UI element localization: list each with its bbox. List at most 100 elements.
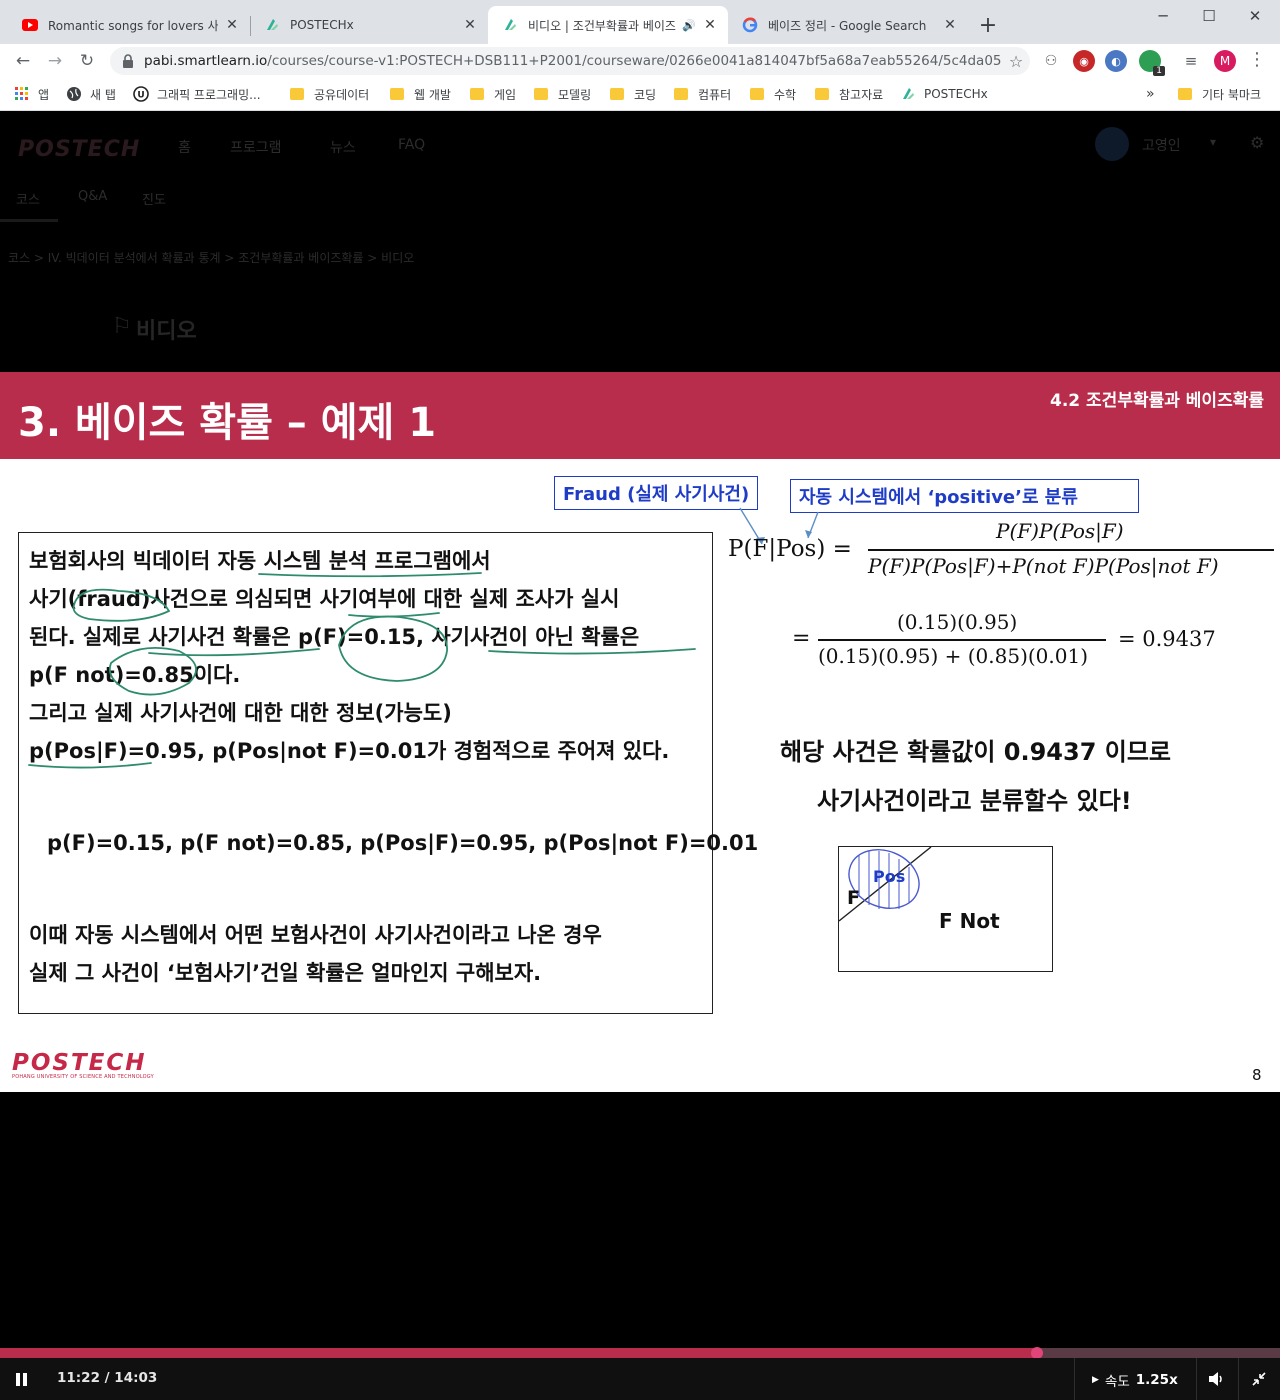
bookmark-other[interactable]: 기타 북마크 [1178, 84, 1261, 104]
bookmark-star-icon[interactable]: ☆ [1002, 52, 1030, 71]
bookmark-new-tab[interactable]: 새 탭 [66, 84, 116, 104]
folder-icon [750, 88, 764, 100]
address-bar[interactable]: pabi.smartlearn.io/courses/course-v1:POS… [110, 47, 1030, 75]
speed-label: 속도 [1104, 1374, 1130, 1390]
nav-home[interactable]: 홈 [178, 137, 191, 157]
avatar[interactable] [1095, 127, 1129, 161]
nav-faq[interactable]: FAQ [398, 137, 425, 153]
tab-title: POSTECHx [290, 18, 354, 32]
bookmark-icon[interactable]: ⚐ [112, 314, 132, 339]
caret-right-icon: ▶ [1092, 1375, 1099, 1385]
video-progress-bar[interactable] [0, 1347, 1280, 1359]
close-icon[interactable]: ✕ [224, 17, 240, 33]
page-title: 비디오 [136, 319, 197, 344]
formula-lhs: P(F|Pos) = [728, 536, 852, 562]
forward-icon[interactable]: → [42, 48, 68, 74]
bookmark-label: 공유데이터 [314, 87, 370, 102]
menu-kebab-icon[interactable]: ⋮ [1248, 49, 1266, 73]
lock-icon [122, 54, 136, 68]
chevron-down-icon[interactable]: ▾ [1210, 135, 1216, 149]
folder-icon [390, 88, 404, 100]
tab-video-active[interactable]: 비디오 | 조건부확률과 베이즈 🔊 ✕ [488, 6, 728, 44]
speed-button[interactable]: ▶ 속도 1.25x [1092, 1370, 1178, 1390]
bookmark-postechx[interactable]: POSTECHx [900, 84, 988, 104]
bookmark-folder[interactable]: 모델링 [534, 84, 591, 104]
bookmark-folder[interactable]: 컴퓨터 [674, 84, 731, 104]
formula-eq: = [792, 626, 811, 651]
nav-programs[interactable]: 프로그램 [230, 137, 282, 157]
speed-value: 1.25x [1135, 1372, 1178, 1388]
fraction-bar [868, 549, 1274, 551]
bookmarks-bar: 앱 새 탭 U 그래픽 프로그래밍... 공유데이터 웹 개발 게임 모델링 코… [0, 78, 1280, 111]
venn-pos-label: Pos [873, 867, 906, 886]
bookmark-label: 게임 [494, 87, 517, 102]
extension-shield-icon[interactable]: 1 [1139, 50, 1165, 76]
course-tab-course[interactable]: 코스 [16, 189, 40, 208]
venn-fnot-label: F Not [939, 909, 1000, 933]
close-icon[interactable]: ✕ [462, 17, 478, 33]
media-queue-icon[interactable]: ≡ [1180, 50, 1202, 72]
minimize-icon[interactable]: ─ [1140, 0, 1186, 32]
new-tab-button[interactable]: + [976, 13, 1000, 38]
logo-wordmark: POSTECH [12, 1050, 147, 1076]
bookmark-apps[interactable]: 앱 [14, 84, 49, 104]
unreal-icon: U [133, 86, 149, 102]
control-divider [1238, 1358, 1239, 1400]
profile-avatar[interactable]: M [1214, 50, 1236, 72]
window-close-icon[interactable]: ✕ [1232, 0, 1278, 32]
course-tab-qna[interactable]: Q&A [78, 189, 107, 204]
user-name[interactable]: 고영인 [1142, 135, 1181, 155]
apps-grid-icon [14, 86, 30, 102]
pause-icon[interactable] [10, 1367, 34, 1391]
bookmark-folder[interactable]: 게임 [470, 84, 516, 104]
time-display: 11:22 / 14:03 [57, 1370, 158, 1386]
folder-icon [1178, 88, 1192, 100]
site-logo[interactable]: POSTECH [18, 137, 140, 162]
folder-icon [674, 88, 688, 100]
bookmark-label: 모델링 [558, 87, 592, 102]
exit-fullscreen-icon[interactable] [1248, 1368, 1270, 1390]
url-host: pabi.smartlearn.io [144, 53, 268, 69]
svg-text:U: U [137, 91, 144, 101]
bookmark-folder[interactable]: 공유데이터 [290, 84, 369, 104]
course-tab-progress[interactable]: 진도 [142, 189, 166, 208]
speaker-icon[interactable]: 🔊 [682, 19, 696, 32]
tab-title: 베이즈 정리 - Google Search [768, 18, 927, 33]
close-icon[interactable]: ✕ [942, 17, 958, 33]
tab-postechx[interactable]: POSTECHx ✕ [250, 6, 488, 44]
bookmark-label: 수학 [774, 87, 797, 102]
bookmark-label: POSTECHx [924, 87, 988, 101]
bookmark-folder[interactable]: 참고자료 [815, 84, 883, 104]
extension-red-icon[interactable]: ◉ [1073, 50, 1095, 72]
nav-news[interactable]: 뉴스 [330, 137, 356, 157]
youtube-icon [22, 17, 38, 33]
bookmark-label: 기타 북마크 [1202, 87, 1262, 102]
conclusion-line: 사기사건이라고 분류할수 있다! [817, 787, 1132, 815]
tab-youtube[interactable]: Romantic songs for lovers 사랑하 ✕ [8, 6, 250, 44]
reload-icon[interactable]: ↻ [74, 48, 100, 74]
folder-icon [815, 88, 829, 100]
bookmark-graphics[interactable]: U 그래픽 프로그래밍... [133, 84, 261, 104]
browser-toolbar: ← → ↻ pabi.smartlearn.io/courses/course-… [0, 44, 1280, 78]
bookmark-folder[interactable]: 수학 [750, 84, 796, 104]
breadcrumb[interactable]: 코스 > IV. 빅데이터 분석에서 확률과 통계 > 조건부확률과 베이즈확률… [8, 249, 414, 266]
bookmark-folder[interactable]: 웹 개발 [390, 84, 451, 104]
gear-icon[interactable]: ⚙ [1250, 133, 1264, 152]
extension-icon[interactable]: ⚇ [1040, 50, 1062, 72]
video-frame[interactable]: 3. 베이즈 확률 – 예제 1 4.2 조건부확률과 베이즈확률 Fraud … [0, 372, 1280, 1092]
maximize-icon[interactable]: ☐ [1186, 0, 1232, 32]
volume-icon[interactable] [1206, 1368, 1228, 1390]
formula-denominator: P(F)P(Pos|F)+P(not F)P(Pos|not F) [868, 554, 1219, 578]
extension-blue-icon[interactable]: ◐ [1105, 50, 1127, 72]
bookmark-label: 새 탭 [90, 87, 116, 102]
close-icon[interactable]: ✕ [702, 17, 718, 33]
bookmark-label: 그래픽 프로그래밍... [157, 87, 261, 102]
bookmarks-overflow-icon[interactable]: » [1146, 84, 1155, 104]
bookmark-folder[interactable]: 코딩 [610, 84, 656, 104]
folder-icon [534, 88, 548, 100]
back-icon[interactable]: ← [10, 48, 36, 74]
tab-google[interactable]: 베이즈 정리 - Google Search ✕ [728, 6, 968, 44]
problem-box: 보험회사의 빅데이터 자동 시스템 분석 프로그램에서 사기(fraud)사건으… [18, 532, 758, 1014]
smartlearn-icon [900, 86, 916, 102]
folder-icon [470, 88, 484, 100]
